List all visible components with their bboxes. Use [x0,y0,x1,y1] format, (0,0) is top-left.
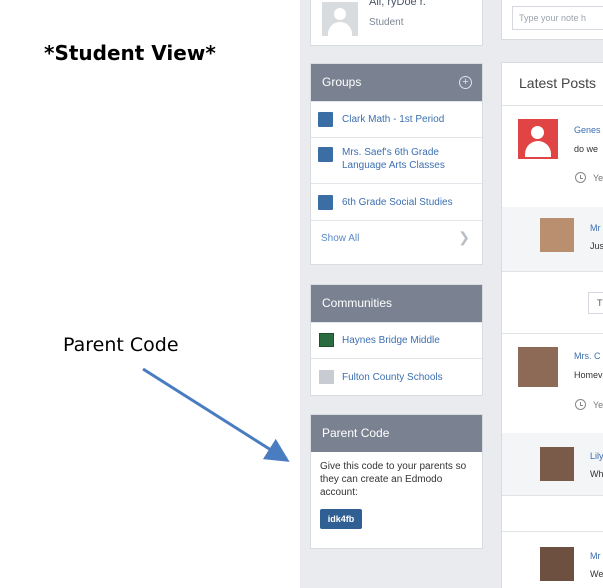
groups-panel: Groups + Clark Math - 1st Period Mrs. Sa… [310,63,483,265]
chevron-right-icon: ❯ [458,229,470,245]
parent-code-title: Parent Code [322,426,390,440]
post-text: do we [574,144,599,154]
school-logo-icon [319,333,334,347]
post-author[interactable]: Mr [590,551,601,561]
reply-author[interactable]: Lily [590,451,603,461]
group-label: Mrs. Saef's 6th Grade Language Arts Clas… [342,147,445,171]
reply-author[interactable]: Mr [590,223,601,233]
note-input[interactable]: Type your note h [512,6,603,30]
post-time: Ye [593,173,603,183]
post-text: We [590,569,603,579]
avatar[interactable] [518,119,558,159]
note-composer: Type your note h [501,0,603,40]
community-label: Haynes Bridge Middle [342,335,440,346]
avatar[interactable] [540,547,574,581]
group-label: 6th Grade Social Studies [342,197,453,208]
district-avatar-icon [319,370,334,384]
reply-text: Wh [590,469,603,479]
feed-title: Latest Posts [519,75,597,91]
profile-name: Ali, ryDoe r. [369,0,426,8]
profile-card[interactable]: Ali, ryDoe r. Student [310,0,483,46]
avatar[interactable] [540,218,574,252]
edmodo-app: Ali, ryDoe r. Student Groups + Clark Mat… [300,0,603,588]
group-icon [318,147,333,162]
clock-icon [575,399,586,410]
clock-icon [575,172,586,183]
reply-text: Jus [590,241,603,251]
parent-code-value: idk4fb [320,509,362,529]
parent-code-description: Give this code to your parents so they c… [320,461,467,498]
show-all-groups-link[interactable]: Show All ❯ [311,220,482,256]
sidebar-item-group[interactable]: Clark Math - 1st Period [311,101,482,137]
sidebar-item-community[interactable]: Haynes Bridge Middle [311,322,482,358]
communities-panel: Communities Haynes Bridge Middle Fulton … [310,284,483,396]
sidebar-item-group[interactable]: Mrs. Saef's 6th Grade Language Arts Clas… [311,137,482,183]
add-group-icon[interactable]: + [459,76,472,89]
community-label: Fulton County Schools [342,372,443,383]
latest-posts-feed: Latest Posts Genes do we Ye Mr Jus T Mrs… [501,62,603,588]
sidebar-item-community[interactable]: Fulton County Schools [311,358,482,395]
avatar[interactable] [540,447,574,481]
sidebar-item-group[interactable]: 6th Grade Social Studies [311,183,482,220]
post-text: Homev [574,370,603,380]
show-more-button[interactable]: T [588,292,603,314]
communities-title: Communities [322,296,393,310]
post-author[interactable]: Genes [574,125,601,135]
group-icon [318,195,333,210]
avatar [322,2,358,36]
parent-code-header: Parent Code [311,415,482,452]
groups-header: Groups + [311,64,482,101]
post-author[interactable]: Mrs. C [574,351,601,361]
profile-role: Student [369,17,404,28]
group-icon [318,112,333,127]
parent-code-panel: Parent Code Give this code to your paren… [310,414,483,549]
communities-header: Communities [311,285,482,322]
group-label: Clark Math - 1st Period [342,114,445,125]
groups-title: Groups [322,75,362,89]
avatar[interactable] [518,347,558,387]
show-all-label: Show All [321,233,360,244]
post-time: Ye [593,400,603,410]
